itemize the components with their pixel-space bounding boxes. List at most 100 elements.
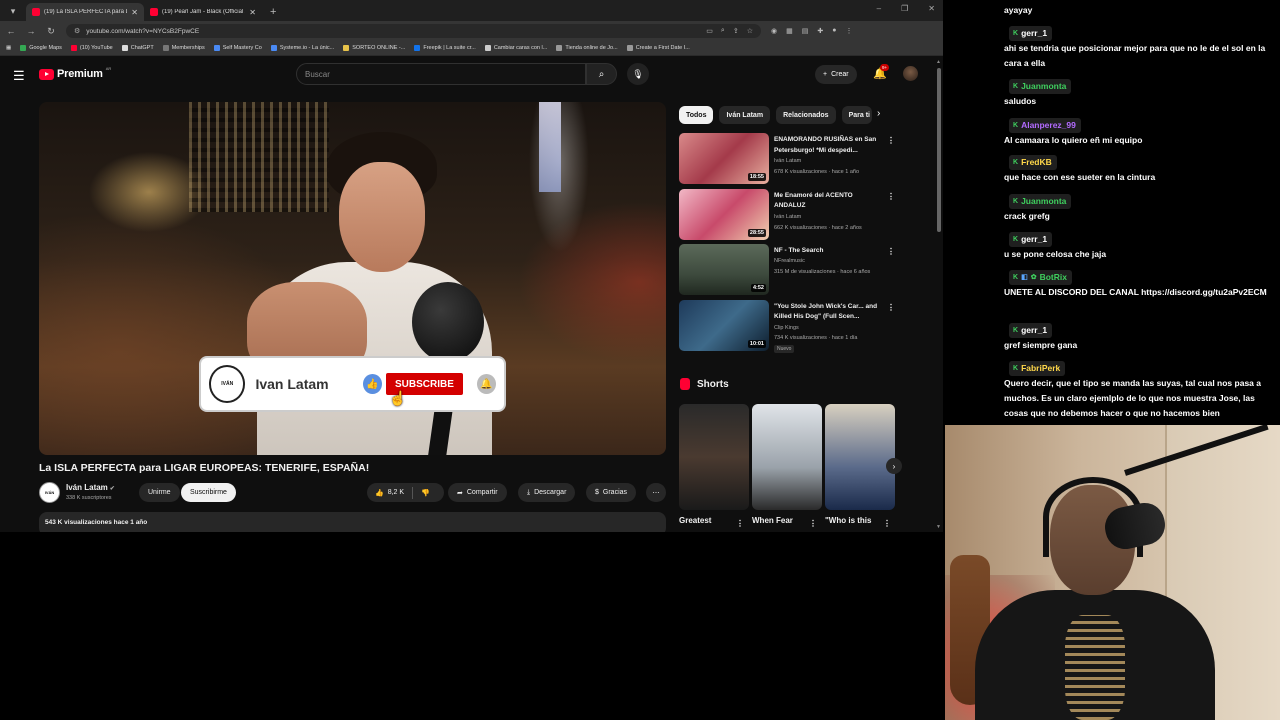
scroll-up-icon[interactable]: ▲: [936, 59, 941, 65]
profile-icon[interactable]: ●: [832, 27, 836, 35]
hamburger-menu-icon[interactable]: ☰: [13, 68, 25, 84]
chat-text: UNETE AL DISCORD DEL CANAL https://disco…: [1004, 287, 1267, 297]
video-player[interactable]: IVÁN Ivan Latam 👍 SUBSCRIBE 🔔 ☝: [39, 102, 666, 455]
video-thumbnail[interactable]: 28:55: [679, 188, 769, 240]
thanks-button[interactable]: $ Gracias: [586, 483, 637, 502]
share-icon[interactable]: ⇪: [733, 27, 739, 35]
chip-relacionados[interactable]: Relacionados: [776, 106, 836, 124]
bookmark-item[interactable]: Systeme.io - La únic...: [270, 45, 334, 51]
short-thumbnail[interactable]: [825, 404, 895, 510]
account-avatar[interactable]: [903, 66, 918, 81]
extension-icon[interactable]: ◉: [771, 27, 777, 35]
like-count[interactable]: 8,2 K: [388, 489, 404, 496]
list-item[interactable]: 4:52 NF - The Search NFrealmusic 315 M d…: [679, 244, 901, 300]
dislike-icon[interactable]: 👎: [421, 489, 430, 497]
username-text: FredKB: [1021, 157, 1052, 167]
tab-pearl-jam[interactable]: (19) Pearl Jam - Black (Official / ✕: [144, 3, 262, 21]
tab-close-icon[interactable]: ✕: [131, 8, 138, 17]
more-vertical-icon[interactable]: ⋮: [883, 519, 891, 528]
chip-para-ti[interactable]: Para ti: [841, 106, 872, 124]
short-title[interactable]: Greatest: [679, 516, 711, 525]
shorts-next-icon[interactable]: ›: [886, 458, 902, 474]
more-actions-button[interactable]: ⋯: [646, 483, 666, 502]
bookmark-item[interactable]: Google Maps: [20, 45, 62, 51]
chevron-right-icon[interactable]: ›: [877, 108, 880, 119]
address-bar[interactable]: ⚙ youtube.com/watch?v=NYCsB2FpwCE ▭ ⌕ ⇪ …: [66, 24, 761, 38]
tab-search-icon[interactable]: ▾: [6, 4, 20, 18]
video-thumbnail[interactable]: 18:55: [679, 133, 769, 184]
chat-message: K Alanperez_99 Al camaara lo quiero eñ mi…: [1004, 117, 1276, 148]
extensions-puzzle-icon[interactable]: ✚: [817, 27, 823, 35]
youtube-logo[interactable]: Premium AR: [39, 66, 111, 80]
extension-icon[interactable]: ▤: [802, 27, 809, 35]
scrollbar-thumb[interactable]: [937, 68, 941, 232]
bookmark-item[interactable]: Freepik | La suite cr...: [414, 45, 476, 51]
minimize-icon[interactable]: –: [877, 4, 881, 13]
download-label: Descargar: [534, 489, 567, 496]
tab-close-icon[interactable]: ✕: [249, 8, 256, 17]
chip-todos[interactable]: Todos: [679, 106, 714, 124]
list-item[interactable]: 18:55 ENAMORANDO RUSIÑAS en San Petersbu…: [679, 133, 901, 189]
voice-search-button[interactable]: 🎙: [627, 63, 649, 85]
video-meta: 734 K visualizaciones · hace 1 día: [774, 334, 858, 341]
thanks-label: Gracias: [602, 489, 628, 496]
short-title[interactable]: When Fear: [752, 516, 793, 525]
chip-ivan-latam[interactable]: Iván Latam: [719, 106, 771, 124]
bookmark-item[interactable]: Self Mastery Co: [213, 45, 262, 51]
reload-icon[interactable]: ↻: [46, 26, 56, 37]
search-button[interactable]: ⌕: [586, 63, 617, 85]
bookmark-item[interactable]: SORTEO ONLINE -...: [343, 45, 405, 51]
video-thumbnail[interactable]: 4:52: [679, 244, 769, 295]
bookmark-item[interactable]: ChatGPT: [121, 45, 154, 51]
bookmark-item[interactable]: Memberships: [162, 45, 205, 51]
maximize-icon[interactable]: ❐: [901, 4, 908, 13]
like-icon[interactable]: 👍: [375, 489, 384, 497]
more-vertical-icon[interactable]: ⋮: [736, 519, 744, 528]
site-info-icon[interactable]: ⚙: [74, 27, 80, 35]
bookmark-item[interactable]: (10) YouTube: [70, 45, 113, 51]
create-button[interactable]: + Crear: [815, 65, 857, 84]
video-thumbnail[interactable]: 10:01: [679, 299, 769, 351]
list-item[interactable]: 10:01 "You Stole John Wick's Car... and …: [679, 299, 901, 356]
more-vertical-icon[interactable]: ⋮: [809, 519, 817, 528]
short-thumbnail[interactable]: [752, 404, 822, 510]
bookmark-item[interactable]: Tienda online de Jo...: [556, 45, 618, 51]
menu-kebab-icon[interactable]: ⋮: [845, 27, 852, 35]
cast-icon[interactable]: ▭: [706, 27, 713, 35]
more-vertical-icon[interactable]: ⋮: [887, 136, 895, 145]
bookmark-item[interactable]: Cambiar caras con l...: [484, 45, 547, 51]
share-button[interactable]: ➦ Compartir: [448, 483, 507, 502]
video-title: ENAMORANDO RUSIÑAS en San Petersburgo! *…: [774, 136, 877, 154]
forward-icon[interactable]: →: [26, 26, 36, 36]
browser-toolbar: ← → ↻ ⚙ youtube.com/watch?v=NYCsB2FpwCE …: [0, 21, 943, 41]
channel-logo: IVÁN: [209, 365, 246, 403]
close-window-icon[interactable]: ✕: [928, 4, 935, 13]
subscribe-button[interactable]: Suscribirme: [181, 483, 236, 502]
more-vertical-icon[interactable]: ⋮: [887, 247, 895, 256]
page-scrollbar[interactable]: ▲ ▼: [935, 56, 943, 532]
video-title: Me Enamoré del ACENTO ANDALUZ: [774, 191, 853, 210]
description-box[interactable]: 543 K visualizaciones hace 1 año: [39, 512, 666, 532]
scroll-down-icon[interactable]: ▼: [936, 524, 941, 530]
tab-video[interactable]: (19) La ISLA PERFECTA para LIG ✕: [26, 3, 144, 21]
more-vertical-icon[interactable]: ⋮: [887, 303, 895, 312]
new-tab-icon[interactable]: +: [270, 6, 276, 18]
channel-name[interactable]: Iván Latam ✔: [66, 483, 115, 492]
channel-avatar[interactable]: IVÁN: [39, 482, 60, 503]
more-vertical-icon[interactable]: ⋮: [887, 192, 895, 201]
back-icon[interactable]: ←: [6, 26, 16, 36]
join-button[interactable]: Unirme: [139, 483, 180, 502]
chat-username: K Juanmonta: [1009, 194, 1072, 209]
short-thumbnail[interactable]: [679, 404, 749, 510]
download-button[interactable]: ⤓ Descargar: [518, 483, 576, 502]
zoom-icon[interactable]: ⌕: [721, 27, 725, 35]
recommended-list: 18:55 ENAMORANDO RUSIÑAS en San Petersbu…: [679, 133, 901, 355]
microphone-head: [412, 282, 484, 362]
short-title[interactable]: "Who is this: [825, 516, 871, 525]
bookmark-item[interactable]: Create a First Date I...: [626, 45, 690, 51]
extension-icon[interactable]: ▦: [786, 27, 793, 35]
list-item[interactable]: 28:55 Me Enamoré del ACENTO ANDALUZ Iván…: [679, 188, 901, 245]
apps-grid-icon[interactable]: ▦: [6, 45, 11, 51]
bookmark-star-icon[interactable]: ☆: [747, 27, 753, 35]
search-input[interactable]: Buscar: [296, 63, 586, 85]
